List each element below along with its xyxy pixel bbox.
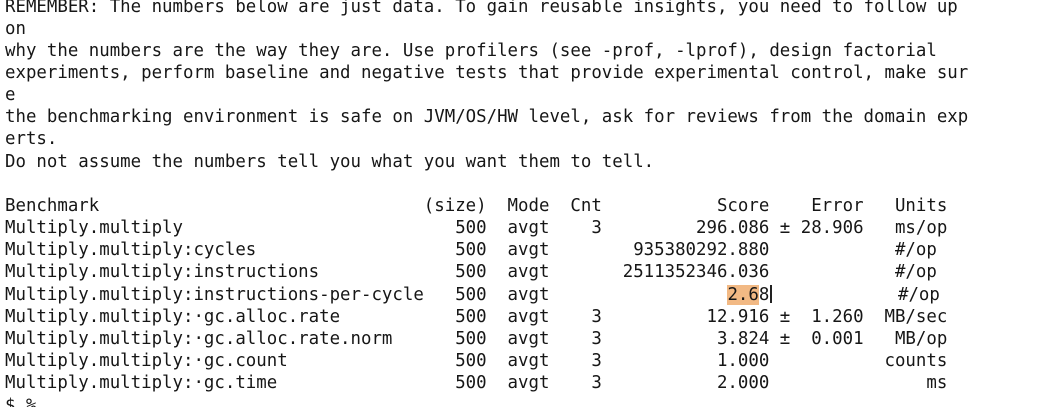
notice-line: the benchmarking environment is safe on … bbox=[5, 107, 969, 127]
shell-prompt[interactable]: $ % bbox=[5, 395, 36, 407]
table-row: Multiply.multiply 500 avgt 3 296.086 ± 2… bbox=[5, 218, 948, 238]
ipc-row-rest: 8 bbox=[758, 285, 770, 305]
notice-line: e bbox=[5, 85, 16, 105]
terminal-window[interactable]: REMEMBER: The numbers below are just dat… bbox=[0, 0, 1046, 407]
notice-line: experiments, perform baseline and negati… bbox=[5, 63, 969, 83]
ipc-row-units: #/op bbox=[772, 285, 940, 305]
notice-line: REMEMBER: The numbers below are just dat… bbox=[5, 0, 958, 17]
table-row: Multiply.multiply:·gc.time 500 avgt 3 2.… bbox=[5, 373, 948, 393]
notice-line: on bbox=[5, 19, 26, 39]
table-row: Multiply.multiply:cycles 500 avgt 935380… bbox=[5, 240, 937, 260]
table-header: Benchmark (size) Mode Cnt Score Error Un… bbox=[5, 196, 948, 216]
notice-line: Do not assume the numbers tell you what … bbox=[5, 152, 655, 172]
table-row: Multiply.multiply:·gc.alloc.rate.norm 50… bbox=[5, 329, 948, 349]
notice-line: erts. bbox=[5, 129, 58, 149]
table-row: Multiply.multiply:·gc.count 500 avgt 3 1… bbox=[5, 351, 948, 371]
ipc-row-prefix: Multiply.multiply:instructions-per-cycle… bbox=[5, 285, 728, 305]
notice-line: why the numbers are the way they are. Us… bbox=[5, 41, 937, 61]
table-row: Multiply.multiply:instructions 500 avgt … bbox=[5, 262, 937, 282]
selected-text[interactable]: 2.6 bbox=[727, 285, 759, 305]
table-row: Multiply.multiply:·gc.alloc.rate 500 avg… bbox=[5, 307, 948, 327]
table-row-ipc: Multiply.multiply:instructions-per-cycle… bbox=[5, 284, 940, 306]
